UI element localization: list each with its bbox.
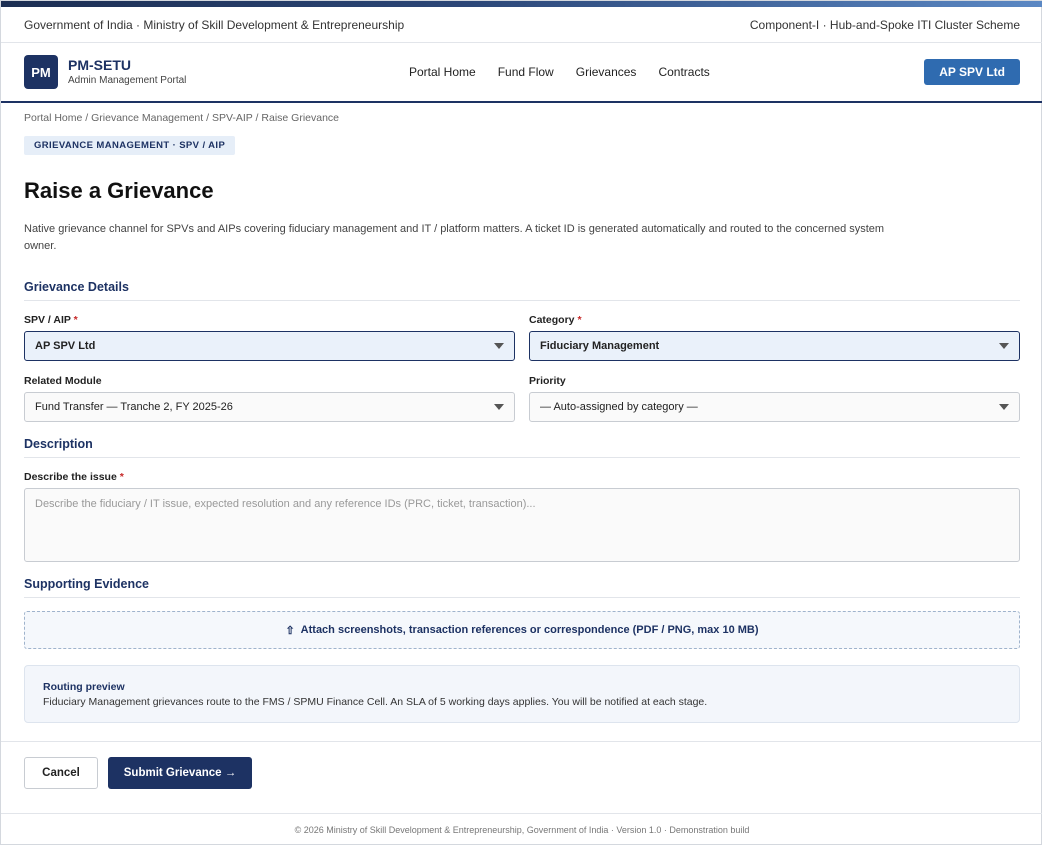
- required-marker: *: [577, 314, 582, 326]
- breadcrumb-spv-aip[interactable]: SPV-AIP: [212, 112, 253, 124]
- section-heading-details: Grievance Details: [24, 280, 1020, 301]
- nav-contracts[interactable]: Contracts: [647, 65, 720, 79]
- related-module-select[interactable]: Fund Transfer — Tranche 2, FY 2025-26: [24, 392, 515, 422]
- page-footer: © 2026 Ministry of Skill Development & E…: [294, 824, 750, 835]
- chevron-down-icon: [494, 343, 504, 349]
- gov-bar-scheme: Component-I · Hub-and-Spoke ITI Cluster …: [749, 17, 1020, 32]
- module-select-value: Fund Transfer — Tranche 2, FY 2025-26: [35, 401, 233, 413]
- brand-name: PM-SETU: [68, 57, 131, 73]
- gov-bar-ministry: Government of India · Ministry of Skill …: [24, 17, 405, 32]
- priority-select[interactable]: — Auto-assigned by category —: [529, 392, 1020, 422]
- routing-preview-panel: Routing preview Fiduciary Management gri…: [24, 665, 1020, 723]
- category-select[interactable]: Fiduciary Management: [529, 331, 1020, 361]
- site-header: PM PM-SETU Admin Management Portal Porta…: [1, 43, 1042, 103]
- section-heading-description: Description: [24, 437, 1020, 458]
- breadcrumb-separator: /: [82, 112, 92, 124]
- evidence-upload-dropzone[interactable]: ⇧ Attach screenshots, transaction refere…: [24, 611, 1020, 649]
- form-actions-bar: Cancel Submit Grievance →: [1, 741, 1042, 814]
- issue-field-label: Describe the issue *: [24, 471, 124, 483]
- spv-label-text: SPV / AIP: [24, 314, 71, 326]
- nav-fund-flow[interactable]: Fund Flow: [487, 65, 565, 79]
- nav-grievances[interactable]: Grievances: [565, 65, 648, 79]
- required-marker: *: [73, 314, 78, 326]
- intro-text: Native grievance channel for SPVs and AI…: [24, 223, 885, 252]
- module-field-label: Related Module: [24, 375, 102, 387]
- category-label-text: Category: [529, 314, 575, 326]
- submit-grievance-button[interactable]: Submit Grievance →: [108, 757, 252, 789]
- priority-field-label: Priority: [529, 375, 566, 387]
- page-title: Raise a Grievance: [24, 178, 214, 203]
- spv-field-label: SPV / AIP *: [24, 314, 78, 326]
- upload-label: Attach screenshots, transaction referenc…: [300, 624, 759, 636]
- chevron-down-icon: [494, 404, 504, 410]
- breadcrumb-portal-home[interactable]: Portal Home: [24, 112, 82, 124]
- priority-label-text: Priority: [529, 375, 566, 387]
- chevron-down-icon: [999, 404, 1009, 410]
- brand-block: PM-SETU Admin Management Portal: [68, 57, 186, 87]
- main-nav: Portal Home Fund Flow Grievances Contrac…: [398, 43, 721, 101]
- spv-select[interactable]: AP SPV Ltd: [24, 331, 515, 361]
- nav-portal-home[interactable]: Portal Home: [398, 65, 487, 79]
- app-window: Government of India · Ministry of Skill …: [0, 0, 1042, 845]
- section-heading-evidence: Supporting Evidence: [24, 577, 1020, 598]
- issue-description-textarea[interactable]: [24, 488, 1020, 562]
- pm-logo[interactable]: PM: [24, 55, 58, 89]
- section-tag: GRIEVANCE MANAGEMENT · SPV / AIP: [24, 136, 236, 155]
- spv-select-value: AP SPV Ltd: [35, 340, 96, 352]
- chevron-down-icon: [999, 343, 1009, 349]
- breadcrumb-grievance-management[interactable]: Grievance Management: [91, 112, 203, 124]
- breadcrumb: Portal Home / Grievance Management / SPV…: [24, 112, 339, 124]
- issue-label-text: Describe the issue: [24, 471, 117, 483]
- account-button[interactable]: AP SPV Ltd: [924, 59, 1020, 85]
- category-select-value: Fiduciary Management: [540, 340, 660, 352]
- brand-subtitle: Admin Management Portal: [68, 75, 187, 86]
- routing-preview-title: Routing preview: [43, 681, 125, 693]
- priority-select-value: — Auto-assigned by category —: [540, 401, 698, 413]
- breadcrumb-separator: /: [203, 112, 212, 124]
- category-field-label: Category *: [529, 314, 582, 326]
- routing-preview-text: Fiduciary Management grievances route to…: [43, 696, 708, 708]
- breadcrumb-current: Raise Grievance: [261, 112, 340, 124]
- required-marker: *: [119, 471, 124, 483]
- upload-icon: ⇧: [285, 624, 295, 637]
- cancel-button[interactable]: Cancel: [24, 757, 98, 789]
- government-bar: Government of India · Ministry of Skill …: [1, 7, 1042, 43]
- module-label-text: Related Module: [24, 375, 102, 387]
